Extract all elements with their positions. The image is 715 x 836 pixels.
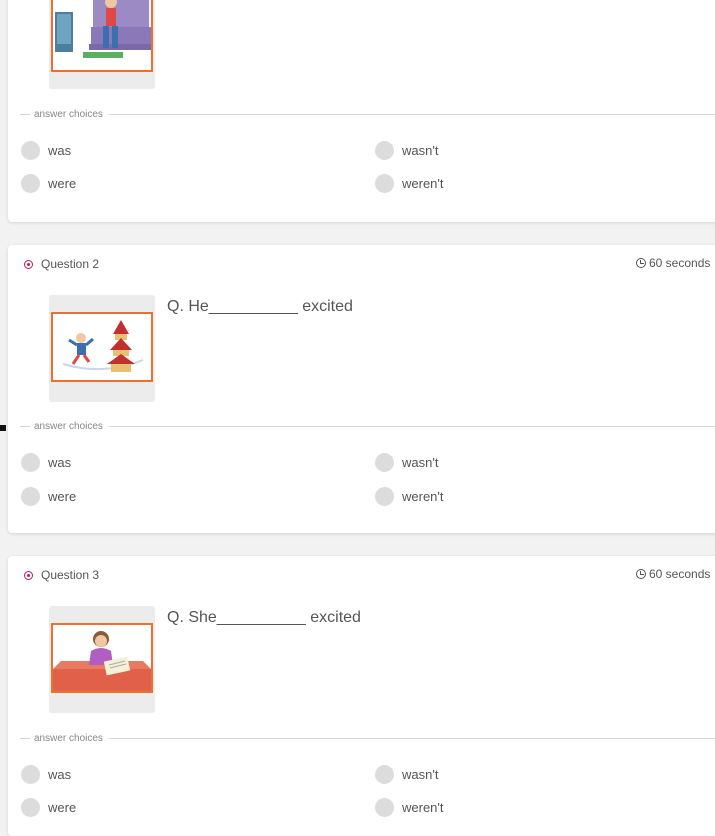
question-image	[49, 295, 155, 402]
option-label: weren't	[402, 489, 444, 504]
girl-reading-illustration	[53, 625, 151, 691]
option-label: wasn't	[402, 143, 439, 158]
option-label: was	[48, 767, 72, 782]
question-header: Question 2 60 seconds	[8, 245, 715, 283]
option-label: was	[48, 143, 72, 158]
answer-choices-divider: answer choices	[20, 107, 715, 121]
target-icon	[24, 259, 33, 269]
question-text: Q. He__________ excited	[167, 298, 353, 315]
option-was[interactable]: was	[21, 453, 71, 472]
option-was[interactable]: was	[21, 765, 71, 784]
radio-button[interactable]	[375, 765, 394, 784]
radio-button[interactable]	[21, 487, 40, 506]
boy-on-sofa-illustration	[53, 0, 151, 70]
option-label: weren't	[402, 800, 444, 815]
option-were[interactable]: were	[21, 487, 76, 506]
question-header: Question 3 60 seconds	[8, 556, 715, 594]
radio-button[interactable]	[375, 487, 394, 506]
option-was[interactable]: was	[21, 141, 71, 160]
answer-choices-divider: answer choices	[20, 419, 715, 433]
answer-choices-label: answer choices	[34, 420, 103, 432]
radio-button[interactable]	[21, 798, 40, 817]
option-label: was	[48, 455, 72, 470]
scroll-marker	[0, 425, 6, 431]
option-label: were	[48, 800, 77, 815]
question-card-3: Question 3 60 seconds Q. She__________ e…	[8, 556, 715, 836]
radio-button[interactable]	[21, 453, 40, 472]
radio-button[interactable]	[375, 141, 394, 160]
answer-choices-label: answer choices	[34, 108, 103, 120]
question-image	[49, 606, 155, 713]
question-image	[49, 0, 155, 89]
option-were[interactable]: were	[21, 798, 76, 817]
question-card-2: Question 2 60 seconds Q. He__________ ex…	[8, 245, 715, 533]
question-number-label: Question 3	[41, 568, 100, 582]
timer-label: 60 seconds	[649, 567, 711, 581]
clock-icon	[636, 569, 646, 579]
boy-jumping-illustration	[53, 314, 151, 380]
question-card-1: answer choices was wasn't were weren't	[8, 0, 715, 222]
radio-button[interactable]	[375, 798, 394, 817]
answer-choices-divider: answer choices	[20, 731, 715, 745]
option-label: wasn't	[402, 455, 439, 470]
question-number-label: Question 2	[41, 257, 100, 271]
option-label: weren't	[402, 176, 444, 191]
option-werent[interactable]: weren't	[375, 174, 444, 193]
option-wasnt[interactable]: wasn't	[375, 141, 438, 160]
question-illustration	[51, 623, 153, 693]
option-werent[interactable]: weren't	[375, 798, 444, 817]
target-icon	[24, 570, 33, 580]
option-label: wasn't	[402, 767, 439, 782]
option-label: were	[48, 489, 77, 504]
answer-choices-label: answer choices	[34, 732, 103, 744]
option-label: were	[48, 176, 77, 191]
option-were[interactable]: were	[21, 174, 76, 193]
radio-button[interactable]	[21, 141, 40, 160]
radio-button[interactable]	[21, 765, 40, 784]
question-number: Question 2	[24, 257, 99, 271]
option-werent[interactable]: weren't	[375, 487, 444, 506]
question-illustration	[51, 0, 153, 72]
question-number: Question 3	[24, 568, 99, 582]
option-wasnt[interactable]: wasn't	[375, 453, 438, 472]
radio-button[interactable]	[375, 453, 394, 472]
question-timer: 60 seconds	[636, 567, 710, 581]
question-illustration	[51, 312, 153, 382]
radio-button[interactable]	[375, 174, 394, 193]
question-text: Q. She__________ excited	[167, 609, 361, 626]
option-wasnt[interactable]: wasn't	[375, 765, 438, 784]
radio-button[interactable]	[21, 174, 40, 193]
timer-label: 60 seconds	[649, 256, 711, 270]
question-timer: 60 seconds	[636, 256, 710, 270]
clock-icon	[636, 258, 646, 268]
